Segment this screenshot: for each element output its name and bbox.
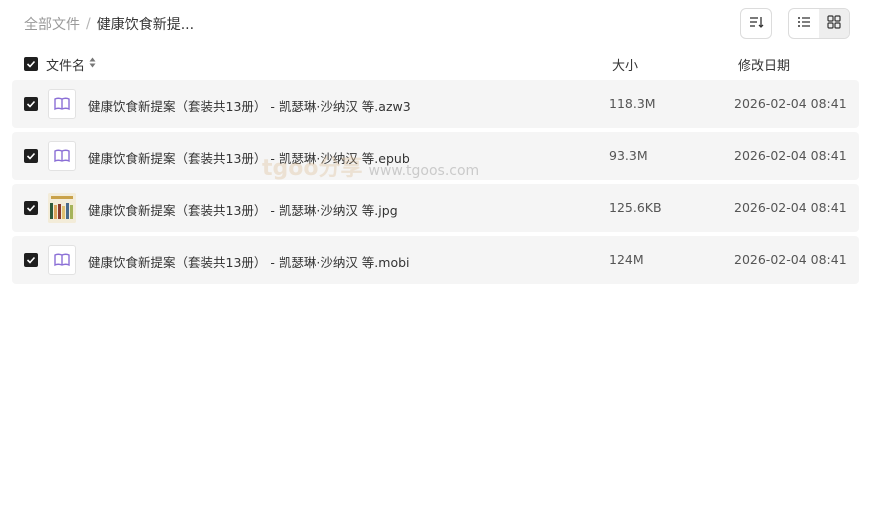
select-all-checkbox[interactable] [24,57,38,71]
file-size: 118.3M [609,96,656,111]
sort-button[interactable] [740,8,772,39]
file-row[interactable]: 健康饮食新提案（套装共13册） - 凯瑟琳·沙纳汉 等.epub 93.3M 2… [12,132,859,180]
file-name[interactable]: 健康饮食新提案（套装共13册） - 凯瑟琳·沙纳汉 等.jpg [88,200,398,219]
row-checkbox[interactable] [24,149,38,163]
column-header-name[interactable]: 文件名 [46,55,96,74]
breadcrumb: 全部文件 / 健康饮食新提... [24,14,194,34]
breadcrumb-root-link[interactable]: 全部文件 [24,14,80,34]
column-header-size[interactable]: 大小 [612,55,638,74]
sort-icon [748,14,764,34]
book-icon [48,141,76,171]
file-name[interactable]: 健康饮食新提案（套装共13册） - 凯瑟琳·沙纳汉 等.azw3 [88,96,411,115]
column-header-name-label: 文件名 [46,59,86,74]
file-date: 2026-02-04 08:41 [734,148,847,163]
book-icon [48,245,76,275]
file-row[interactable]: 健康饮食新提案（套装共13册） - 凯瑟琳·沙纳汉 等.jpg 125.6KB … [12,184,859,232]
list-view-button[interactable] [789,9,819,38]
list-view-icon [796,14,812,34]
book-icon [48,89,76,119]
row-checkbox[interactable] [24,201,38,215]
file-size: 124M [609,252,644,267]
row-checkbox[interactable] [24,253,38,267]
file-date: 2026-02-04 08:41 [734,200,847,215]
file-row[interactable]: 健康饮食新提案（套装共13册） - 凯瑟琳·沙纳汉 等.azw3 118.3M … [12,80,859,128]
file-date: 2026-02-04 08:41 [734,96,847,111]
file-name[interactable]: 健康饮食新提案（套装共13册） - 凯瑟琳·沙纳汉 等.epub [88,148,410,167]
file-size: 125.6KB [609,200,662,215]
breadcrumb-current: 健康饮食新提... [96,17,195,33]
file-name[interactable]: 健康饮食新提案（套装共13册） - 凯瑟琳·沙纳汉 等.mobi [88,252,410,271]
row-checkbox[interactable] [24,97,38,111]
grid-view-icon [826,14,842,34]
column-header-date[interactable]: 修改日期 [738,55,790,74]
image-thumbnail [48,193,76,223]
view-mode-toggle [788,8,850,39]
file-size: 93.3M [609,148,648,163]
sort-caret-icon [89,57,96,72]
file-date: 2026-02-04 08:41 [734,252,847,267]
file-table-header: 文件名 大小 修改日期 [12,52,859,76]
file-row[interactable]: 健康饮食新提案（套装共13册） - 凯瑟琳·沙纳汉 等.mobi 124M 20… [12,236,859,284]
grid-view-button[interactable] [819,9,849,38]
breadcrumb-separator: / [86,16,91,32]
